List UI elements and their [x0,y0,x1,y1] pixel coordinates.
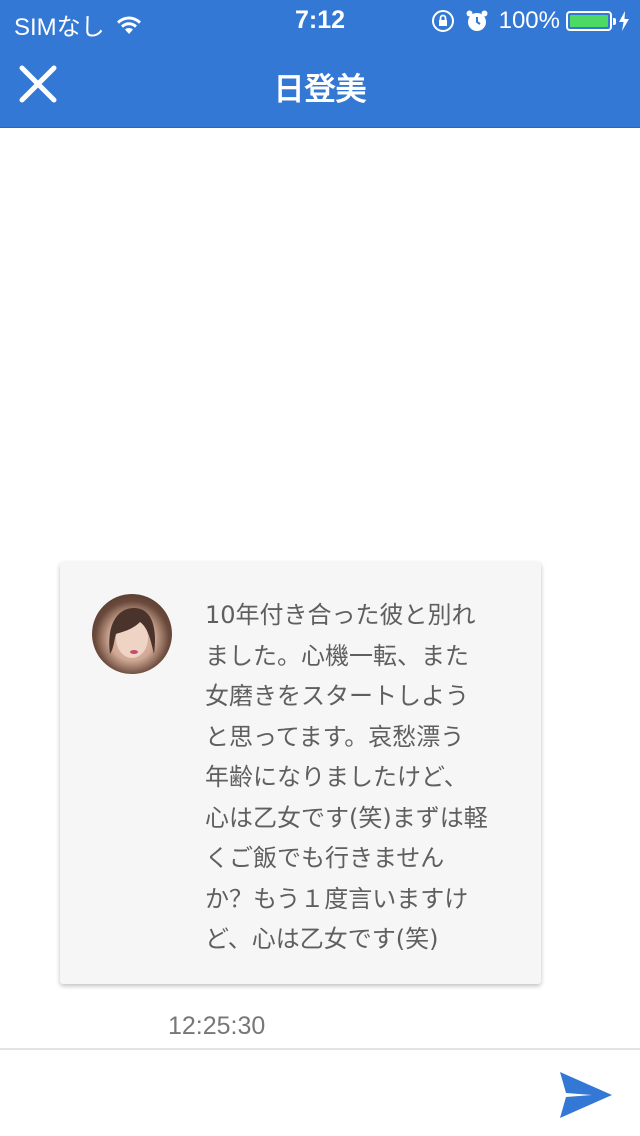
battery-icon [566,11,616,31]
send-icon[interactable] [558,1070,614,1120]
chat-area[interactable]: 10年付き合った彼と別れ ました。心機一転、また 女磨きをスタートしよう と思っ… [0,128,640,1048]
battery-fill [570,15,608,27]
message-text: 10年付き合った彼と別れ ました。心機一転、また 女磨きをスタートしよう と思っ… [205,601,488,953]
page-title: 日登美 [273,72,367,108]
header-bar: 日登美 [0,40,640,128]
message-input[interactable] [14,1064,534,1122]
avatar[interactable] [92,594,172,674]
message-card: 10年付き合った彼と別れ ました。心機一転、また 女磨きをスタートしよう と思っ… [60,562,541,984]
charging-bolt-icon [619,11,629,31]
message-timestamp: 12:25:30 [168,1012,266,1040]
avatar-portrait [109,608,156,658]
status-bar: SIMなし 7:12 100% [0,0,640,41]
battery-percent: 100% [498,7,560,34]
alarm-icon [466,10,488,31]
orientation-lock-icon [431,10,454,32]
composer-bar [0,1048,640,1136]
